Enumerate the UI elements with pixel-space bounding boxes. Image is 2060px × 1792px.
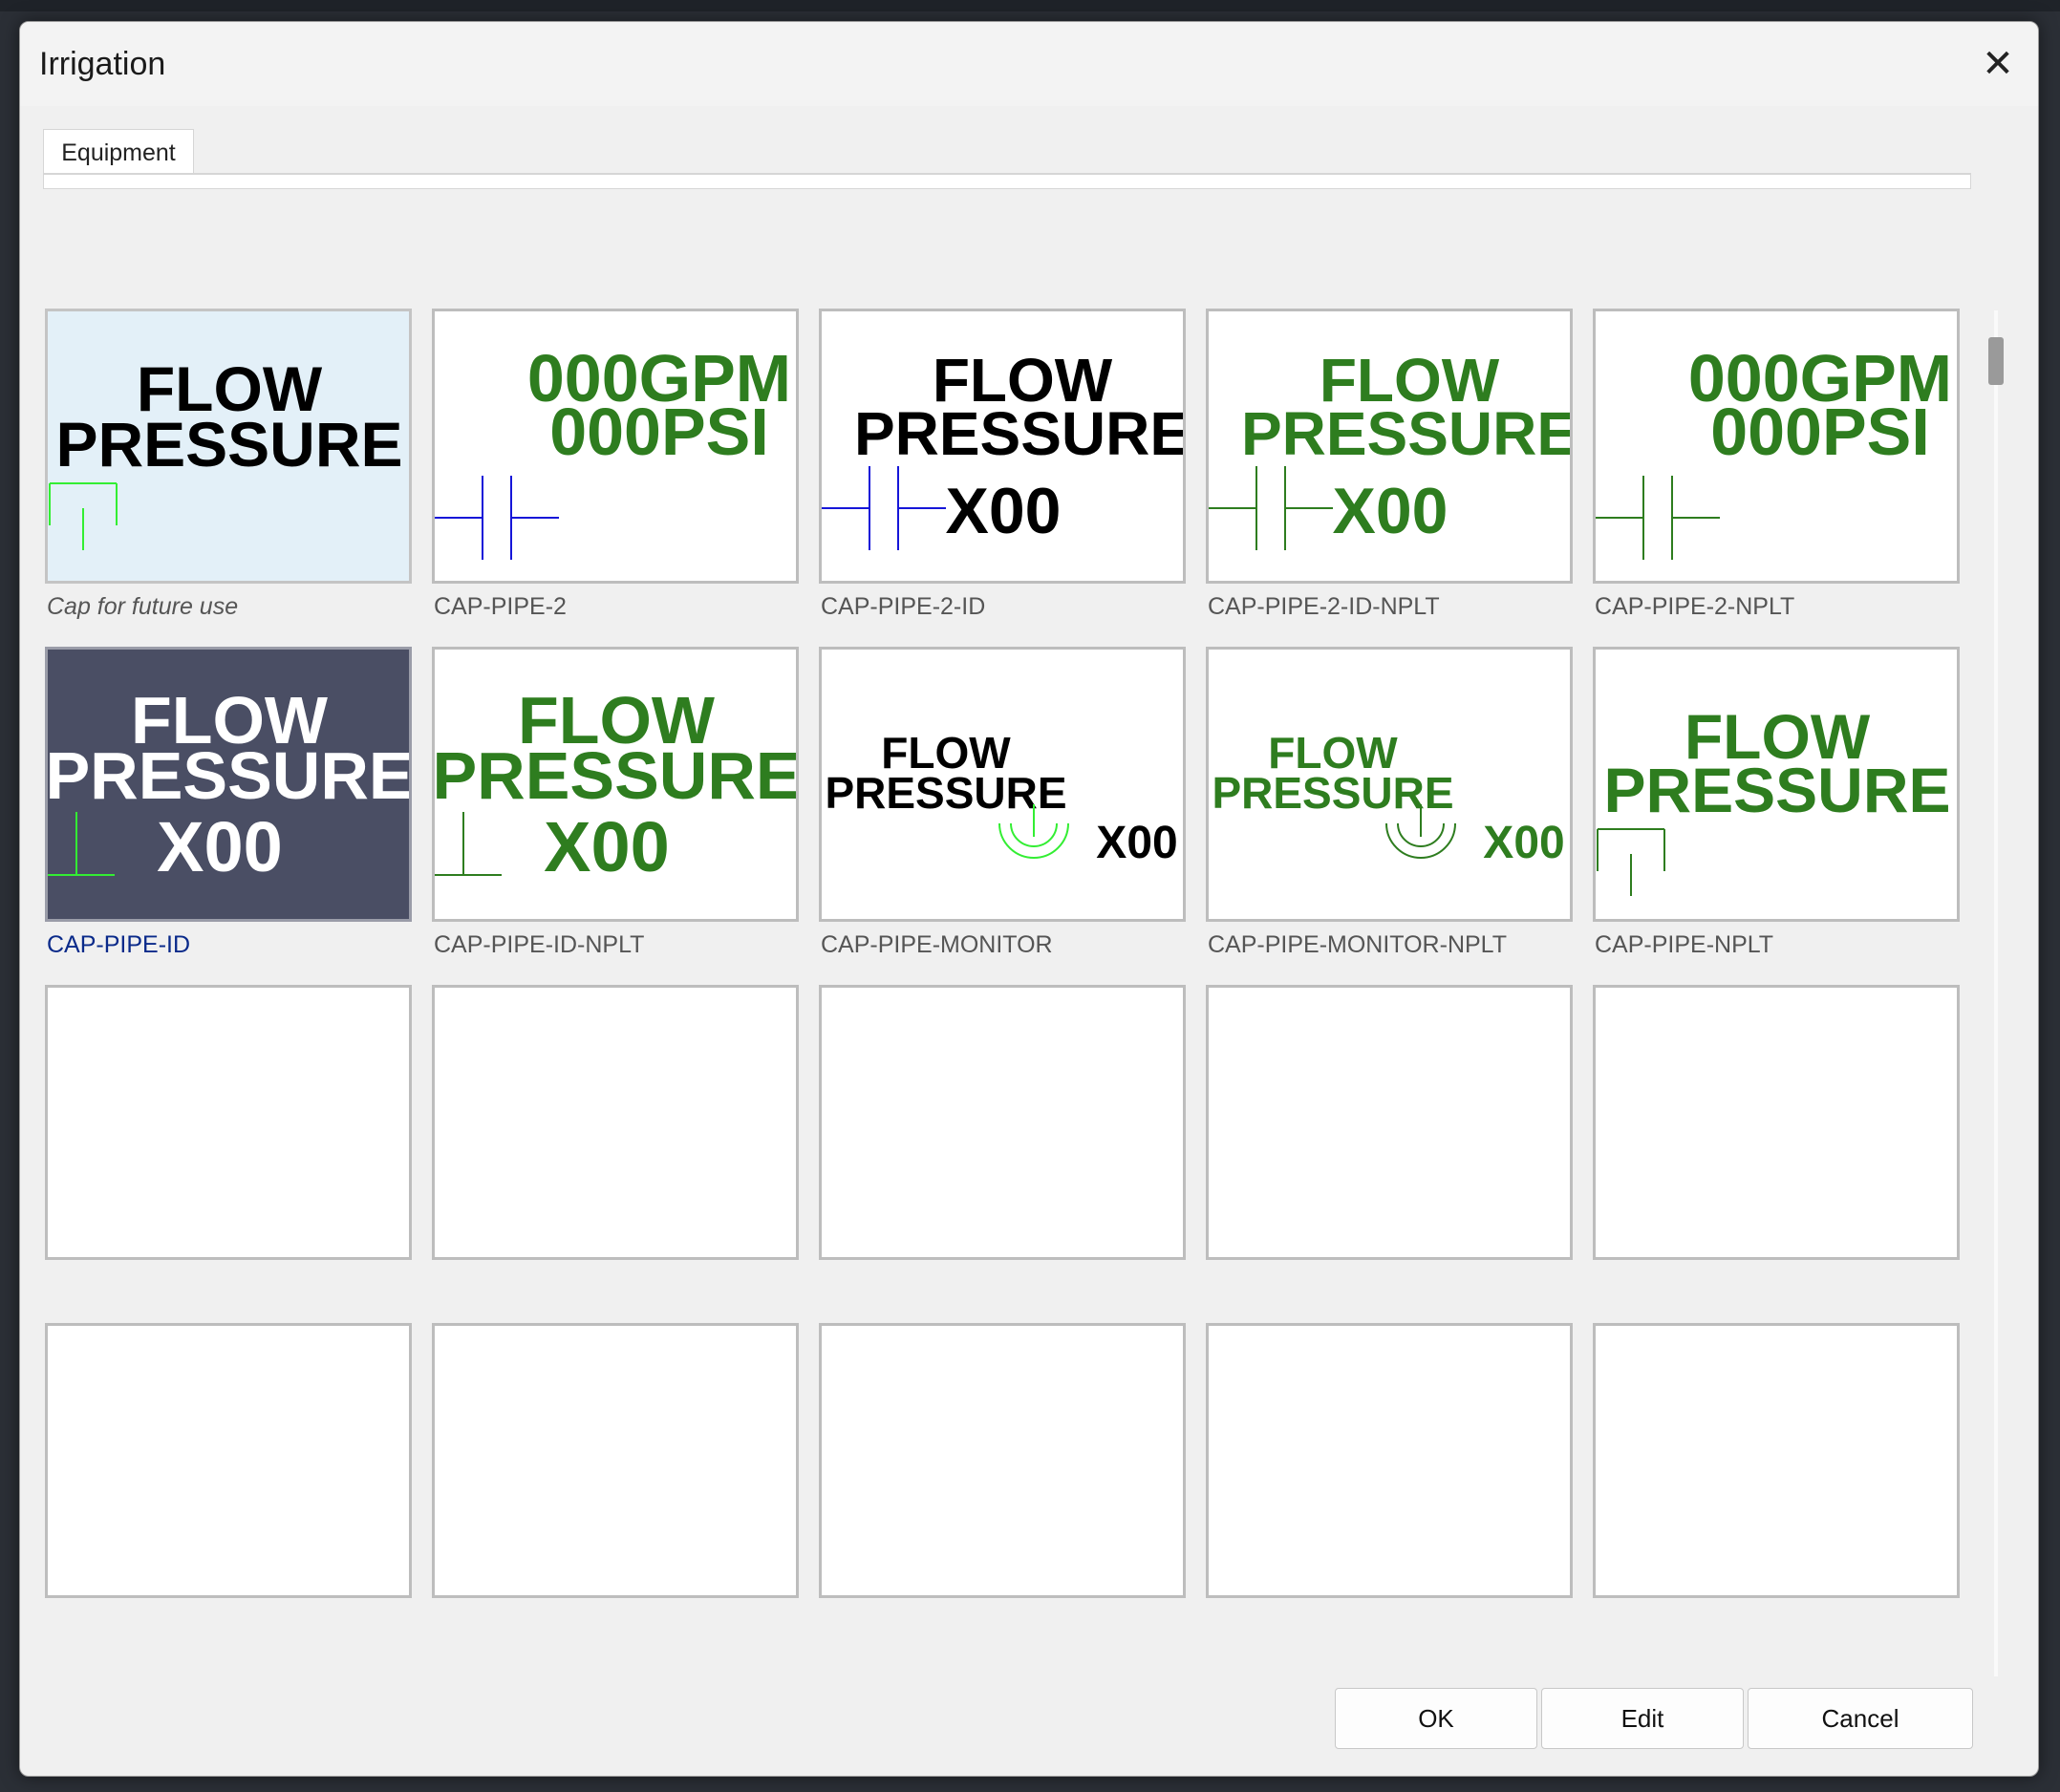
block-tag: X00 bbox=[1333, 475, 1448, 547]
block-thumbnail[interactable]: FLOW PRESSURE bbox=[45, 309, 412, 584]
empty-block-slot[interactable] bbox=[819, 1323, 1186, 1598]
block-preview: FLOWPRESSUREX00 bbox=[1212, 728, 1564, 868]
app-top-bar bbox=[0, 0, 2060, 11]
block-preview: FLOWPRESSURE bbox=[49, 353, 403, 550]
block-name-label[interactable]: CAP-PIPE-2 bbox=[434, 593, 816, 621]
dialog-titlebar: Irrigation ✕ bbox=[20, 22, 2038, 106]
empty-thumbnail[interactable] bbox=[45, 985, 412, 1260]
block-gallery: FLOW PRESSURE Cap for future use 000GPM 000P… bbox=[45, 309, 1994, 1684]
block-name-label[interactable]: CAP-PIPE-NPLT bbox=[1595, 931, 1977, 959]
empty-block-slot[interactable] bbox=[45, 1323, 412, 1598]
block-tile[interactable]: FLOW PRESSURE X00 CAP-PIPE-MONITOR-NPLT bbox=[1206, 647, 1573, 958]
block-tile[interactable]: FLOW PRESSURE X00 CAP-PIPE-ID bbox=[45, 647, 412, 958]
block-tile[interactable]: FLOW PRESSURE X00 CAP-PIPE-ID-NPLT bbox=[432, 647, 799, 958]
block-line-2: PRESSURE bbox=[48, 738, 409, 813]
block-thumbnail[interactable]: 000GPM 000PSI bbox=[432, 309, 799, 584]
block-line-2: PRESSURE bbox=[1603, 755, 1950, 825]
empty-block-slot[interactable] bbox=[45, 985, 412, 1260]
ok-button[interactable]: OK bbox=[1335, 1688, 1537, 1749]
empty-thumbnail[interactable] bbox=[432, 985, 799, 1260]
dialog-title: Irrigation bbox=[39, 46, 166, 82]
empty-thumbnail[interactable] bbox=[432, 1323, 799, 1598]
block-thumbnail[interactable]: FLOW PRESSURE bbox=[1593, 647, 1960, 922]
block-tile[interactable]: FLOW PRESSURE CAP-PIPE-NPLT bbox=[1593, 647, 1960, 958]
block-line-2: PRESSURE bbox=[825, 768, 1066, 818]
cap-symbol-icon bbox=[1597, 828, 1665, 896]
block-name-label[interactable]: CAP-PIPE-ID-NPLT bbox=[434, 931, 816, 959]
block-tile[interactable]: FLOW PRESSURE X00 CAP-PIPE-MONITOR bbox=[819, 647, 1186, 958]
block-name-label[interactable]: CAP-PIPE-2-NPLT bbox=[1595, 593, 1977, 621]
double-bar-symbol-icon bbox=[1596, 476, 1720, 560]
tee-symbol-icon bbox=[48, 812, 115, 876]
empty-block-slot[interactable] bbox=[1206, 985, 1573, 1260]
block-tag: X00 bbox=[544, 807, 670, 886]
block-line-2: PRESSURE bbox=[854, 399, 1183, 468]
block-line-2: PRESSURE bbox=[1241, 399, 1570, 468]
double-bar-symbol-icon bbox=[1209, 466, 1333, 550]
empty-block-slot[interactable] bbox=[1593, 1323, 1960, 1598]
empty-thumbnail[interactable] bbox=[1593, 1323, 1960, 1598]
block-line-2: PRESSURE bbox=[1212, 768, 1453, 818]
block-tag: X00 bbox=[1483, 818, 1564, 868]
tee-symbol-icon bbox=[435, 812, 502, 876]
block-preview: FLOWPRESSUREX00 bbox=[822, 346, 1183, 550]
block-preview: FLOWPRESSUREX00 bbox=[825, 728, 1177, 868]
empty-thumbnail[interactable] bbox=[1593, 985, 1960, 1260]
edit-button[interactable]: Edit bbox=[1541, 1688, 1744, 1749]
block-tile[interactable]: FLOW PRESSURE X00 CAP-PIPE-2-ID-NPLT bbox=[1206, 309, 1573, 620]
block-tag: X00 bbox=[1096, 818, 1177, 868]
block-preview: 000GPM000PSI bbox=[1596, 341, 1952, 560]
block-preview: FLOWPRESSUREX00 bbox=[435, 683, 796, 886]
empty-block-slot[interactable] bbox=[1206, 1323, 1573, 1598]
block-tile[interactable]: 000GPM 000PSI CAP-PIPE-2-NPLT bbox=[1593, 309, 1960, 620]
empty-block-slot[interactable] bbox=[432, 985, 799, 1260]
empty-thumbnail[interactable] bbox=[819, 985, 1186, 1260]
block-tag: X00 bbox=[157, 807, 283, 886]
block-line-2: PRESSURE bbox=[435, 738, 796, 813]
close-button[interactable]: ✕ bbox=[1973, 39, 2023, 89]
double-bar-symbol-icon bbox=[822, 466, 946, 550]
scrollbar-track[interactable] bbox=[1994, 310, 1998, 1676]
block-name-label[interactable]: CAP-PIPE-MONITOR-NPLT bbox=[1208, 931, 1590, 959]
block-name-label[interactable]: Cap for future use bbox=[47, 593, 429, 621]
empty-block-slot[interactable] bbox=[1593, 985, 1960, 1260]
close-icon: ✕ bbox=[1982, 42, 2014, 86]
block-line-2: 000PSI bbox=[1710, 395, 1930, 469]
block-tile[interactable]: FLOW PRESSURE Cap for future use bbox=[45, 309, 412, 620]
empty-thumbnail[interactable] bbox=[45, 1323, 412, 1598]
empty-thumbnail[interactable] bbox=[1206, 1323, 1573, 1598]
block-preview: FLOWPRESSURE bbox=[1597, 701, 1951, 896]
block-tag: X00 bbox=[946, 475, 1062, 547]
block-preview: FLOWPRESSUREX00 bbox=[48, 683, 409, 886]
double-bar-symbol-icon bbox=[435, 476, 559, 560]
block-thumbnail[interactable]: FLOW PRESSURE X00 bbox=[819, 309, 1186, 584]
irrigation-dialog: Irrigation ✕ Equipment FLOW PRESSURE Cap f… bbox=[19, 21, 2039, 1777]
empty-block-slot[interactable] bbox=[432, 1323, 799, 1598]
block-thumbnail[interactable]: FLOW PRESSURE X00 bbox=[1206, 647, 1573, 922]
block-thumbnail[interactable]: FLOW PRESSURE X00 bbox=[45, 647, 412, 922]
block-name-label[interactable]: CAP-PIPE-2-ID bbox=[821, 593, 1203, 621]
block-thumbnail[interactable]: FLOW PRESSURE X00 bbox=[819, 647, 1186, 922]
cap-symbol-icon bbox=[49, 482, 118, 550]
empty-thumbnail[interactable] bbox=[819, 1323, 1186, 1598]
block-thumbnail[interactable]: FLOW PRESSURE X00 bbox=[1206, 309, 1573, 584]
tab-strip bbox=[43, 173, 1971, 189]
block-tile[interactable]: 000GPM 000PSI CAP-PIPE-2 bbox=[432, 309, 799, 620]
block-thumbnail[interactable]: FLOW PRESSURE X00 bbox=[432, 647, 799, 922]
empty-block-slot[interactable] bbox=[819, 985, 1186, 1260]
block-name-label[interactable]: CAP-PIPE-MONITOR bbox=[821, 931, 1203, 959]
block-line-2: 000PSI bbox=[549, 395, 769, 469]
empty-thumbnail[interactable] bbox=[1206, 985, 1573, 1260]
block-tile[interactable]: FLOW PRESSURE X00 CAP-PIPE-2-ID bbox=[819, 309, 1186, 620]
block-preview: 000GPM000PSI bbox=[435, 341, 791, 560]
cancel-button[interactable]: Cancel bbox=[1748, 1688, 1973, 1749]
tab-equipment[interactable]: Equipment bbox=[43, 129, 194, 176]
block-name-label[interactable]: CAP-PIPE-2-ID-NPLT bbox=[1208, 593, 1590, 621]
block-name-label[interactable]: CAP-PIPE-ID bbox=[47, 931, 429, 959]
block-line-2: PRESSURE bbox=[55, 409, 402, 480]
block-preview: FLOWPRESSUREX00 bbox=[1209, 346, 1570, 550]
scrollbar-thumb[interactable] bbox=[1988, 337, 2004, 385]
block-thumbnail[interactable]: 000GPM 000PSI bbox=[1593, 309, 1960, 584]
